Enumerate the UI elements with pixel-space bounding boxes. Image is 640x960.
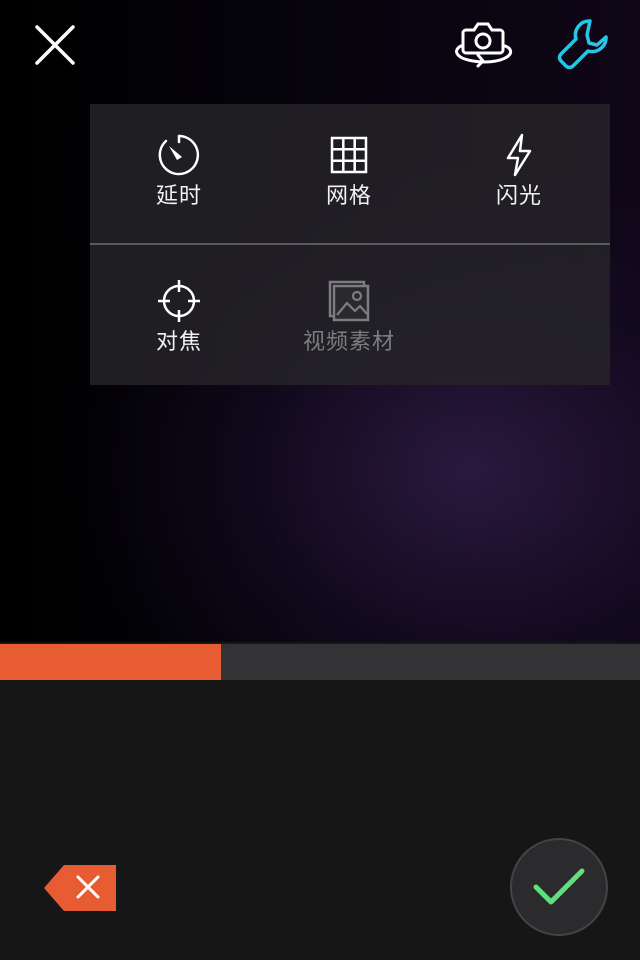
menu-item-label: 网格 (325, 184, 372, 209)
confirm-button[interactable] (510, 838, 608, 936)
menu-divider (90, 243, 610, 245)
menu-item-timer[interactable]: 延时 (94, 122, 264, 232)
close-button[interactable] (25, 15, 85, 75)
recording-progress-fill (0, 644, 221, 680)
camera-flip-icon (455, 22, 513, 68)
menu-item-focus[interactable]: 对焦 (94, 268, 264, 378)
menu-item-grid[interactable]: 网格 (264, 122, 434, 232)
focus-icon (156, 278, 202, 324)
menu-item-flash[interactable]: 闪光 (434, 122, 604, 232)
timer-icon (156, 132, 202, 178)
wrench-icon (557, 19, 608, 70)
delete-segment-icon (44, 865, 116, 911)
menu-item-label: 视频素材 (302, 330, 395, 355)
grid-icon (326, 132, 372, 178)
settings-menu: 延时 网格 闪光 对焦 视频素材 (90, 104, 610, 385)
flash-icon (496, 132, 542, 178)
recording-progress-bar (0, 644, 640, 680)
menu-item-label: 对焦 (155, 330, 202, 355)
menu-item-label: 延时 (155, 184, 202, 209)
menu-item-video-material[interactable]: 视频素材 (264, 268, 434, 378)
close-icon (35, 25, 75, 65)
checkmark-icon (533, 868, 585, 905)
video-material-icon (326, 278, 372, 324)
delete-segment-button[interactable] (42, 864, 118, 912)
camera-flip-button[interactable] (446, 12, 520, 74)
settings-button[interactable] (548, 10, 620, 76)
menu-item-label: 闪光 (495, 184, 542, 209)
